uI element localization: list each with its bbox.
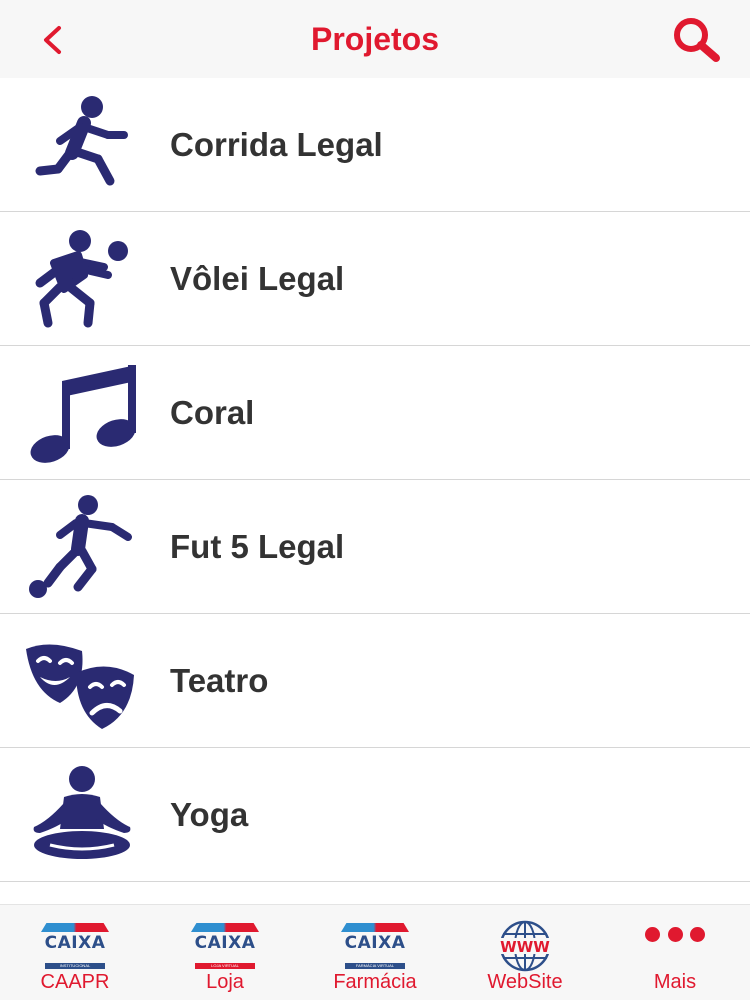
list-item-teatro[interactable]: Teatro <box>0 614 750 748</box>
tab-label: CAAPR <box>40 971 110 993</box>
list-item-corrida-legal[interactable]: Corrida Legal <box>0 78 750 212</box>
tab-bar: CAIXA INSTITUCIONAL CAAPR CAIXA LOJA VIR… <box>0 904 750 1000</box>
projects-list: Corrida Legal Vôlei Legal Coral Fut 5 Le… <box>0 78 750 882</box>
list-item-label: Vôlei Legal <box>170 260 345 297</box>
list-item-volei-legal[interactable]: Vôlei Legal <box>0 212 750 346</box>
tab-mais[interactable]: Mais <box>600 905 750 1000</box>
caixa-farmacia-virtual-logo-icon: CAIXA FARMÁCIA VIRTUAL <box>341 919 409 973</box>
search-button[interactable] <box>668 14 724 64</box>
yoga-meditation-icon <box>20 763 140 867</box>
more-dots-icon <box>645 927 705 943</box>
tab-website[interactable]: WWW WebSite <box>450 905 600 1000</box>
navigation-bar: Projetos <box>0 0 750 78</box>
tab-label: Farmácia <box>333 971 417 993</box>
music-note-icon <box>20 361 140 465</box>
list-item-coral[interactable]: Coral <box>0 346 750 480</box>
tab-loja[interactable]: CAIXA LOJA VIRTUAL Loja <box>150 905 300 1000</box>
tab-label: Mais <box>653 971 697 993</box>
soccer-player-icon <box>20 495 140 599</box>
globe-www-icon: WWW <box>491 919 559 973</box>
list-item-fut-5-legal[interactable]: Fut 5 Legal <box>0 480 750 614</box>
search-icon <box>674 18 720 62</box>
list-item-label: Corrida Legal <box>170 126 383 163</box>
tab-label: Loja <box>206 971 244 993</box>
running-person-icon <box>20 93 140 197</box>
caixa-institucional-logo-icon: CAIXA INSTITUCIONAL <box>41 919 109 973</box>
page-title: Projetos <box>310 21 440 57</box>
list-item-yoga[interactable]: Yoga <box>0 748 750 882</box>
chevron-left-icon <box>44 26 61 54</box>
volleyball-player-icon <box>20 227 140 331</box>
list-item-label: Yoga <box>170 796 249 833</box>
caixa-loja-virtual-logo-icon: CAIXA LOJA VIRTUAL <box>191 919 259 973</box>
list-item-label: Fut 5 Legal <box>170 528 345 565</box>
list-item-label: Coral <box>170 394 255 431</box>
list-item-label: Teatro <box>170 662 269 699</box>
tab-caapr[interactable]: CAIXA INSTITUCIONAL CAAPR <box>0 905 150 1000</box>
tab-label: WebSite <box>487 971 563 993</box>
svg-text:WWW: WWW <box>500 938 550 956</box>
tab-farmacia[interactable]: CAIXA FARMÁCIA VIRTUAL Farmácia <box>300 905 450 1000</box>
back-button[interactable] <box>30 18 74 62</box>
theater-masks-icon <box>20 629 140 733</box>
